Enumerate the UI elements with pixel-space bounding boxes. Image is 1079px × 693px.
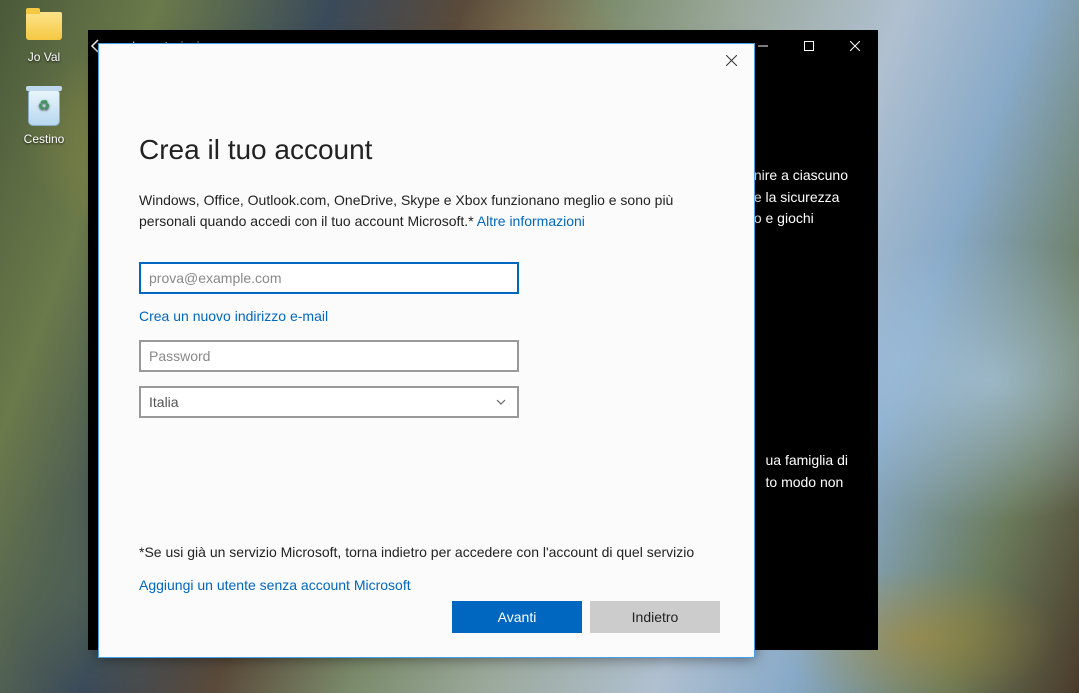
create-account-dialog: Crea il tuo account Windows, Office, Out… (98, 43, 755, 658)
dialog-close-button[interactable] (708, 44, 754, 76)
chevron-down-icon (495, 396, 507, 408)
desktop: Jo Val Cestino Impostazioni nir (0, 0, 1079, 693)
desktop-icon-label: Cestino (6, 132, 82, 146)
desktop-icon-recycle-bin[interactable]: Cestino (6, 88, 82, 146)
back-button[interactable]: Indietro (590, 601, 720, 633)
password-field[interactable] (139, 340, 519, 372)
desktop-icon-folder[interactable]: Jo Val (6, 6, 82, 64)
more-info-link[interactable]: Altre informazioni (477, 213, 585, 229)
desktop-icon-label: Jo Val (6, 50, 82, 64)
maximize-button[interactable] (786, 30, 832, 62)
settings-body-text: nire a ciascuno e la sicurezza o e gioch… (754, 165, 848, 230)
settings-body-text: ua famiglia di to modo non (766, 450, 849, 493)
country-select-value: Italia (149, 394, 179, 410)
email-field[interactable] (139, 262, 519, 294)
dialog-description: Windows, Office, Outlook.com, OneDrive, … (139, 190, 699, 232)
country-select[interactable]: Italia (139, 386, 519, 418)
next-button[interactable]: Avanti (452, 601, 582, 633)
dialog-title: Crea il tuo account (139, 134, 714, 166)
create-new-email-link[interactable]: Crea un nuovo indirizzo e-mail (139, 308, 328, 324)
add-user-without-account-link[interactable]: Aggiungi un utente senza account Microso… (139, 577, 411, 593)
folder-icon (24, 6, 64, 46)
dialog-note: *Se usi già un servizio Microsoft, torna… (139, 542, 699, 563)
close-icon (726, 55, 737, 66)
close-button[interactable] (832, 30, 878, 62)
recycle-bin-icon (24, 88, 64, 128)
